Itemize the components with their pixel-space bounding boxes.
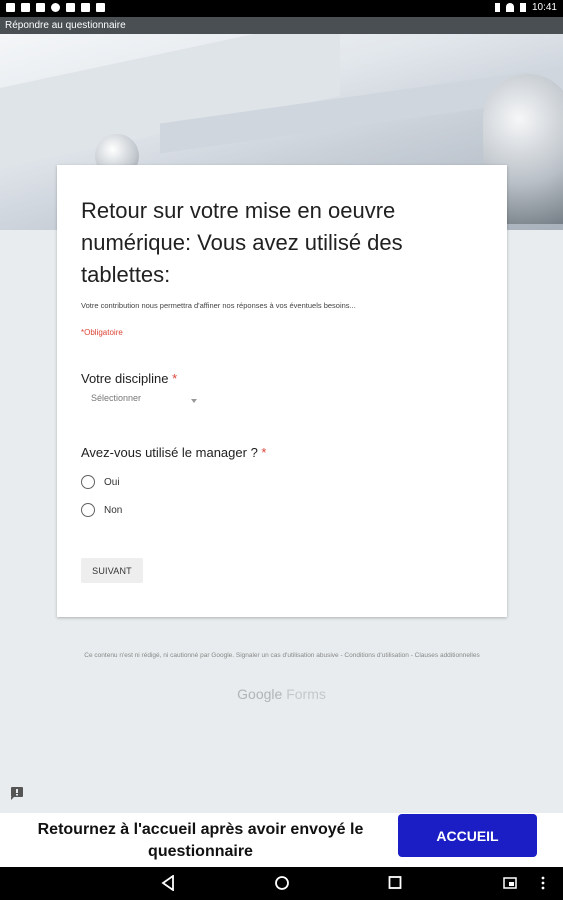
required-note: *Obligatoire: [81, 328, 123, 337]
back-icon[interactable]: [161, 875, 175, 891]
android-nav-bar: [0, 867, 563, 900]
app-bar: Répondre au questionnaire: [0, 17, 563, 34]
question-manager: Avez-vous utilisé le manager ? *: [81, 445, 266, 460]
notification-icon: [6, 3, 15, 12]
required-star: *: [172, 371, 178, 386]
report-icon[interactable]: [10, 786, 24, 800]
screen-icon[interactable]: [503, 875, 517, 891]
brand-forms: Forms: [286, 686, 326, 702]
brand-google: Google: [237, 686, 283, 702]
bottom-action-bar: Retournez à l'accueil après avoir envoyé…: [0, 813, 563, 867]
radio-label: Oui: [104, 476, 120, 488]
notification-icon: [21, 3, 30, 12]
radio-button[interactable]: [81, 475, 95, 489]
play-icon: [81, 3, 90, 12]
question-discipline: Votre discipline *: [81, 371, 177, 386]
radio-option-non[interactable]: Non: [81, 503, 122, 517]
notification-icon: [51, 3, 60, 12]
question-label: Votre discipline: [81, 371, 169, 386]
app-title: Répondre au questionnaire: [5, 20, 126, 31]
footer-disclaimer: Ce contenu n'est ni rédigé, ni cautionné…: [84, 652, 480, 659]
form-description: Votre contribution nous permettra d'affi…: [81, 301, 356, 310]
dropdown-value: Sélectionner: [91, 393, 142, 403]
battery-icon: [519, 3, 526, 12]
wifi-icon: [505, 3, 514, 12]
radio-button[interactable]: [81, 503, 95, 517]
radio-label: Non: [104, 504, 123, 516]
next-button[interactable]: SUIVANT: [81, 558, 143, 583]
return-message: Retournez à l'accueil après avoir envoyé…: [37, 821, 364, 860]
notification-icon: [36, 3, 45, 12]
home-button[interactable]: ACCUEIL: [398, 814, 537, 857]
more-options-icon[interactable]: [540, 875, 546, 891]
system-status: 10:41: [494, 2, 557, 13]
bluetooth-icon: [494, 3, 500, 12]
clock: 10:41: [531, 2, 557, 13]
recents-icon[interactable]: [388, 875, 402, 891]
question-label: Avez-vous utilisé le manager ?: [81, 445, 258, 460]
form-card: Retour sur votre mise en oeuvre numériqu…: [57, 165, 507, 617]
radio-option-oui[interactable]: Oui: [81, 475, 120, 489]
discipline-dropdown[interactable]: Sélectionner: [91, 393, 201, 411]
google-forms-logo: Google Forms: [0, 686, 563, 702]
home-icon[interactable]: [274, 875, 290, 891]
chevron-down-icon: [191, 399, 197, 403]
play-icon: [96, 3, 105, 12]
status-bar: 10:41: [0, 0, 563, 17]
youtube-icon: [66, 3, 75, 12]
required-star: *: [261, 445, 267, 460]
form-title: Retour sur votre mise en oeuvre numériqu…: [81, 198, 403, 287]
notification-icons: [6, 3, 105, 12]
